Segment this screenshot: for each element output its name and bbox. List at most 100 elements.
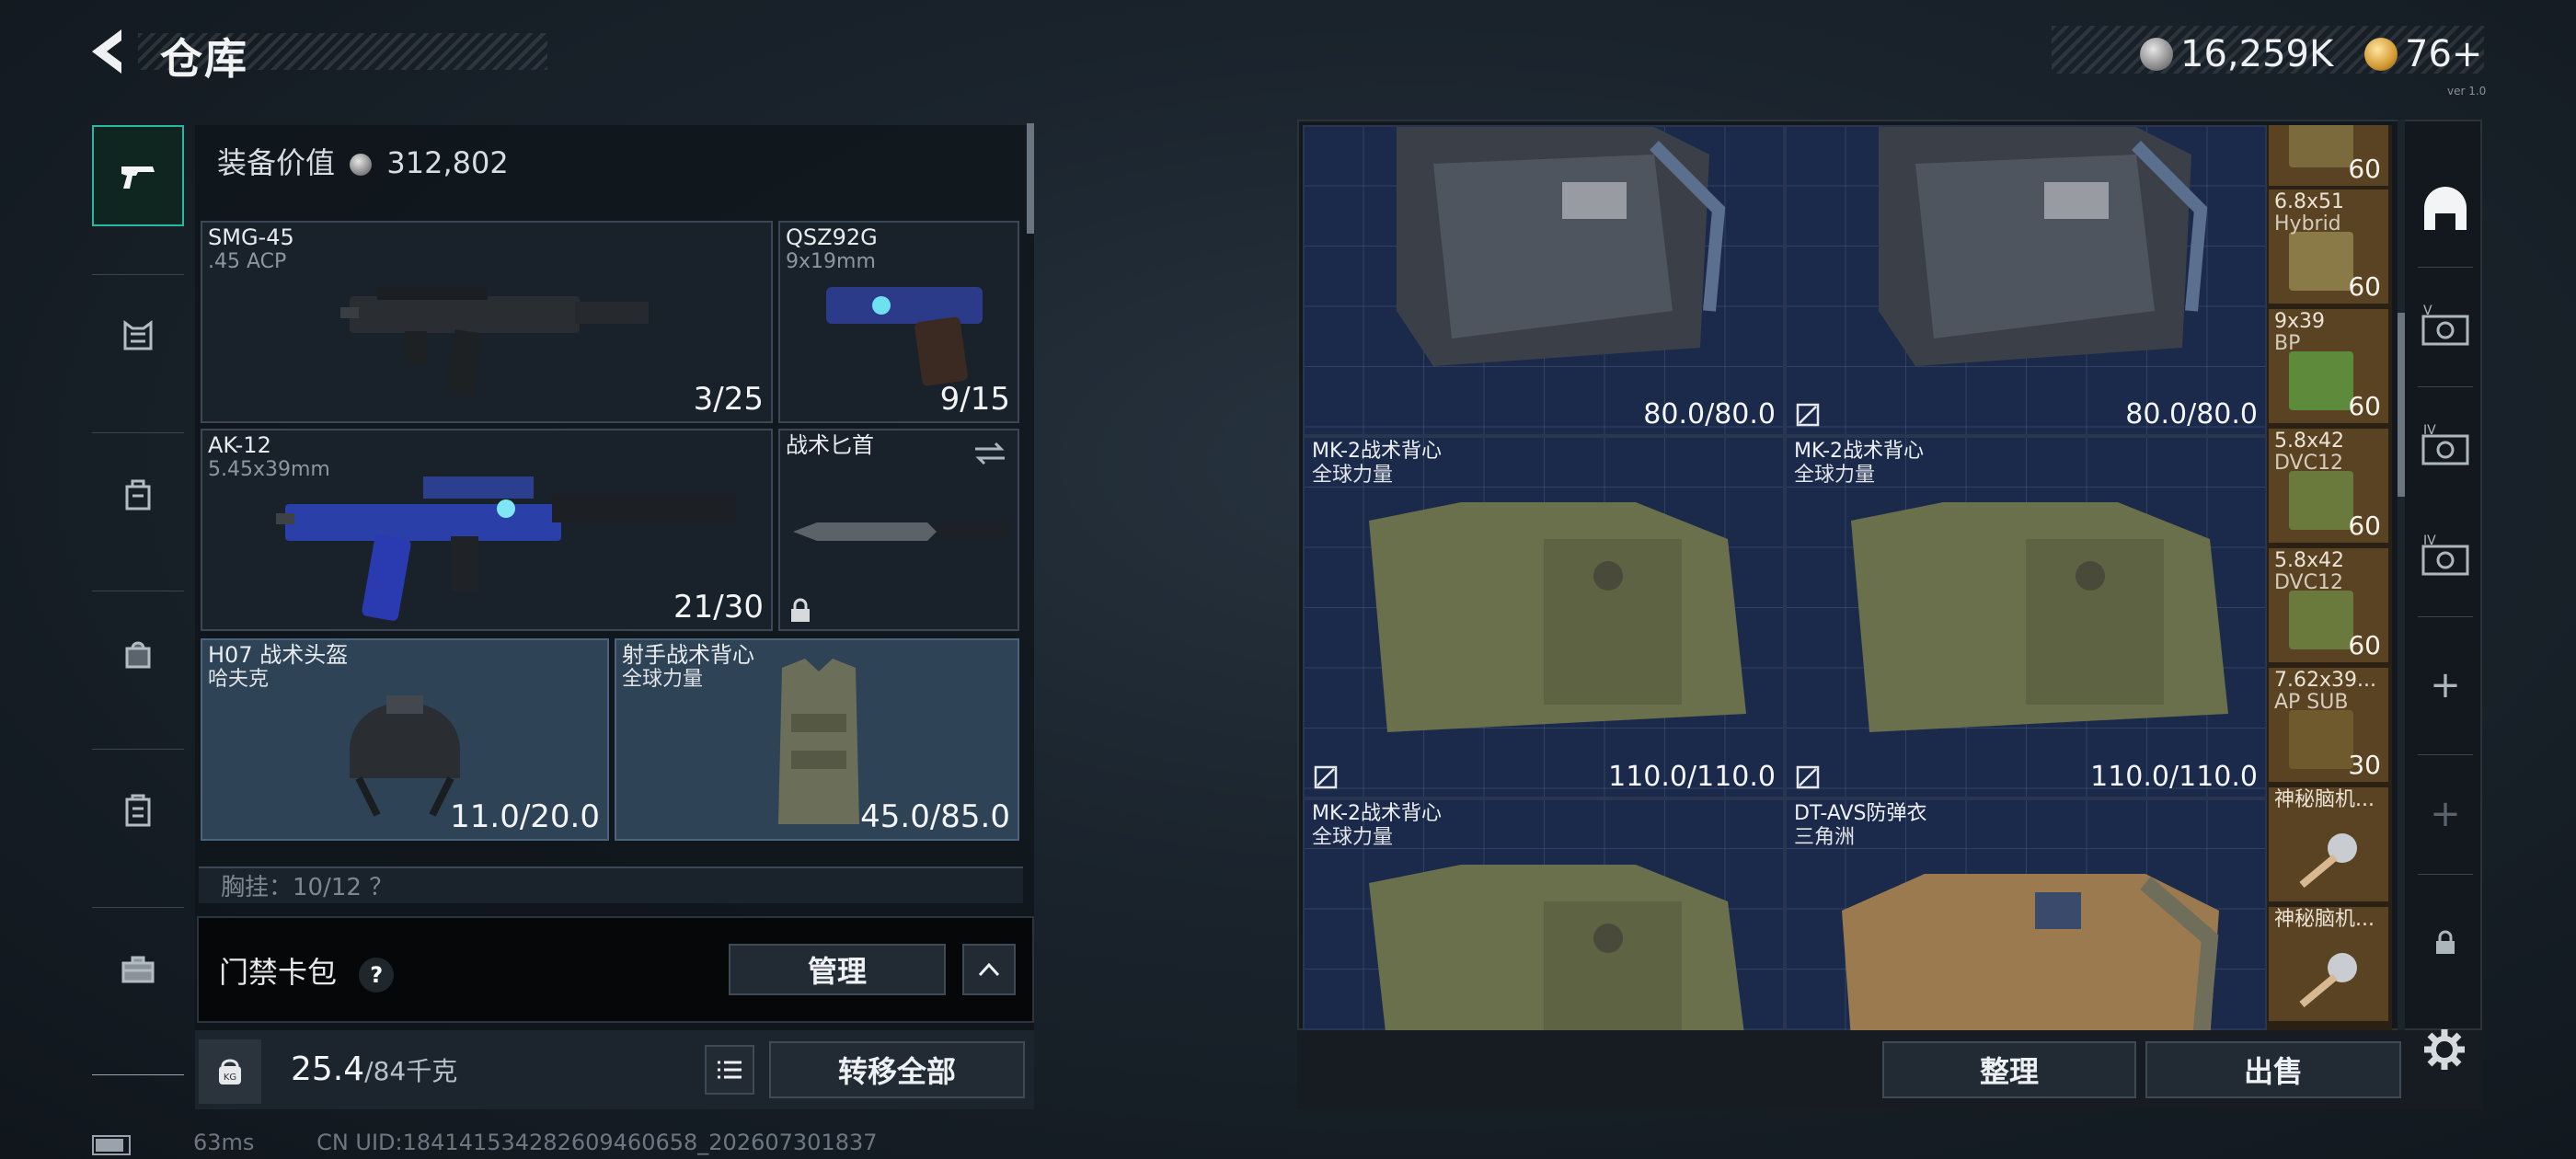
brain-chip-item[interactable]: 神秘脑机...	[2267, 786, 2390, 903]
status-line: 63ms CN UID:1841415342826094606​58_20260…	[193, 1130, 878, 1155]
swap-icon[interactable]	[972, 440, 1008, 467]
ammo-caliber: 6.8x51	[2274, 190, 2345, 213]
loadout-scrollbar[interactable]	[1027, 123, 1034, 234]
inventory-item-backpack[interactable]: 80.0/80.0	[1303, 125, 1785, 436]
slot-name: AK-12	[208, 432, 271, 458]
inventory-scroll-thumb[interactable]	[2398, 313, 2405, 497]
ammo-count: 9/15	[939, 381, 1010, 418]
rail-tab-bag[interactable]	[92, 602, 184, 703]
ammo-item[interactable]: 60	[2267, 125, 2390, 188]
ammo-item[interactable]: 6.8x51 Hybrid 60	[2267, 188, 2390, 305]
backpack-image-icon	[1879, 127, 2208, 366]
item-name: MK-2战术背心	[1312, 802, 1443, 825]
ammo-count: 60	[2348, 154, 2381, 184]
durability: 11.0/20.0	[450, 798, 600, 835]
durability: 80.0/80.0	[2125, 398, 2258, 430]
slot-primary-weapon[interactable]: SMG-45 .45 ACP 3/25	[201, 221, 773, 423]
currency-gold[interactable]: 76+	[2364, 33, 2482, 75]
slot-helmet[interactable]: H07 战术头盔 哈夫克 11.0/20.0	[201, 638, 609, 841]
manage-button[interactable]: 管理	[729, 944, 946, 995]
svg-text:IV: IV	[2423, 423, 2436, 438]
inventory-grid[interactable]: 80.0/80.0 80.0/80.0 MK-2战术背心 全球力量 110.0/…	[1303, 125, 2267, 1030]
inventory-item-vest[interactable]: MK-2战术背心 全球力量 110.0/110.0	[1303, 436, 1785, 798]
slot-caliber: .45 ACP	[208, 250, 287, 273]
slot-name: 战术匕首	[786, 432, 874, 458]
sort-button[interactable]: 整理	[1882, 1041, 2136, 1098]
ammo-count: 30	[2348, 750, 2381, 780]
ammo-count: 3/25	[693, 381, 764, 418]
lock-icon	[2436, 930, 2455, 954]
item-name: 神秘脑机...	[2274, 788, 2375, 811]
page-title: 仓库	[160, 34, 248, 84]
ammo-item[interactable]: 7.62x39... AP SUB 30	[2267, 666, 2390, 784]
container-tab-v[interactable]: V	[2409, 276, 2482, 377]
weight-icon: KG	[199, 1039, 261, 1104]
watch-image-icon	[2299, 953, 2357, 1008]
transfer-all-button[interactable]: 转移全部	[769, 1041, 1025, 1098]
sell-button[interactable]: 出售	[2145, 1041, 2401, 1098]
container-tab-iv[interactable]: IV	[2409, 396, 2482, 497]
slot-brand: 哈夫克	[208, 668, 270, 691]
ping-text: 63ms	[193, 1130, 255, 1155]
ammo-item[interactable]: 5.8x42 DVC12 60	[2267, 546, 2390, 664]
ammo-count: 60	[2348, 391, 2381, 421]
rail-tab-weapons[interactable]	[92, 125, 184, 226]
currency-silver[interactable]: 16,259K	[2140, 33, 2333, 75]
help-icon[interactable]: ?	[359, 958, 395, 993]
slot-armor[interactable]: 射手战术背心 全球力量 45.0/85.0	[615, 638, 1019, 841]
vest-image-icon	[1369, 865, 1744, 1030]
rail-tab-chest-rig[interactable]	[92, 285, 184, 386]
rail-tab-backpack[interactable]	[92, 443, 184, 545]
inventory-item-vest[interactable]: MK-2战术背心 全球力量	[1303, 798, 1785, 1030]
smg-image-icon	[340, 287, 649, 397]
inventory-scrollbar[interactable]	[2398, 120, 2405, 1030]
durability: 80.0/80.0	[1643, 398, 1776, 430]
case-iv-b-icon: IV	[2421, 534, 2469, 576]
armor-image-icon	[1842, 874, 2219, 1030]
chest-rig-row[interactable]: 胸挂：10/12 ？	[199, 866, 1023, 903]
case-icon	[125, 794, 151, 827]
settings-button[interactable]	[2421, 1027, 2467, 1073]
bag-icon	[125, 641, 151, 669]
armor-rig-icon	[123, 320, 153, 350]
pistol-image-icon	[826, 287, 983, 386]
chevron-up-icon	[978, 962, 1000, 977]
list-view-button[interactable]	[705, 1045, 754, 1095]
container-tab-shop[interactable]	[2409, 156, 2482, 258]
battery-icon	[92, 1135, 131, 1155]
brain-chip-item[interactable]: 神秘脑机...	[2267, 905, 2390, 1023]
ammo-item[interactable]: 5.8x42 DVC12 60	[2267, 427, 2390, 545]
add-container-button[interactable]: +	[2409, 635, 2482, 736]
svg-text:IV: IV	[2423, 534, 2436, 548]
ammo-type: DVC12	[2274, 571, 2343, 594]
slot-secondary-weapon[interactable]: QSZ92G 9x19mm 9/15	[778, 221, 1019, 423]
ammo-type: DVC12	[2274, 452, 2343, 475]
rail-tab-toolbox[interactable]	[92, 918, 184, 1019]
gear-icon	[2424, 1029, 2465, 1070]
inventory-item-backpack[interactable]: 80.0/80.0	[1785, 125, 2267, 436]
value-label: 装备价值	[217, 145, 336, 180]
ammo-count: 60	[2348, 630, 2381, 660]
ammo-count: 21/30	[673, 589, 764, 625]
back-arrow-icon[interactable]	[86, 26, 134, 77]
slot-melee[interactable]: 战术匕首	[778, 429, 1019, 631]
weight-current: 25.4	[291, 1050, 365, 1088]
slot-name: QSZ92G	[786, 224, 878, 250]
ammo-caliber: 5.8x42	[2274, 549, 2345, 572]
durability: 110.0/110.0	[1608, 761, 1776, 793]
item-name: DT-AVS防弹衣	[1794, 802, 1927, 825]
ammo-caliber: 9x39	[2274, 310, 2326, 333]
item-brand: 三角洲	[1794, 826, 1856, 849]
lock-icon	[791, 598, 810, 622]
slot-secondary-primary[interactable]: AK-12 5.45x39mm 21/30	[201, 429, 773, 631]
durability: 110.0/110.0	[2090, 761, 2258, 793]
container-tab-iv-b[interactable]: IV	[2409, 506, 2482, 607]
collapse-button[interactable]	[962, 944, 1016, 995]
inventory-item-armor[interactable]: DT-AVS防弹衣 三角洲	[1785, 798, 2267, 1030]
inventory-item-vest[interactable]: MK-2战术背心 全球力量 110.0/110.0	[1785, 436, 2267, 798]
uid-text: CN UID:1841415342826094606​58_2026073018…	[316, 1130, 878, 1155]
gold-amount: 76+	[2405, 33, 2483, 75]
add-container-button-disabled[interactable]: +	[2409, 763, 2482, 865]
rail-tab-case[interactable]	[92, 760, 184, 861]
ammo-item[interactable]: 9x39 BP 60	[2267, 307, 2390, 425]
